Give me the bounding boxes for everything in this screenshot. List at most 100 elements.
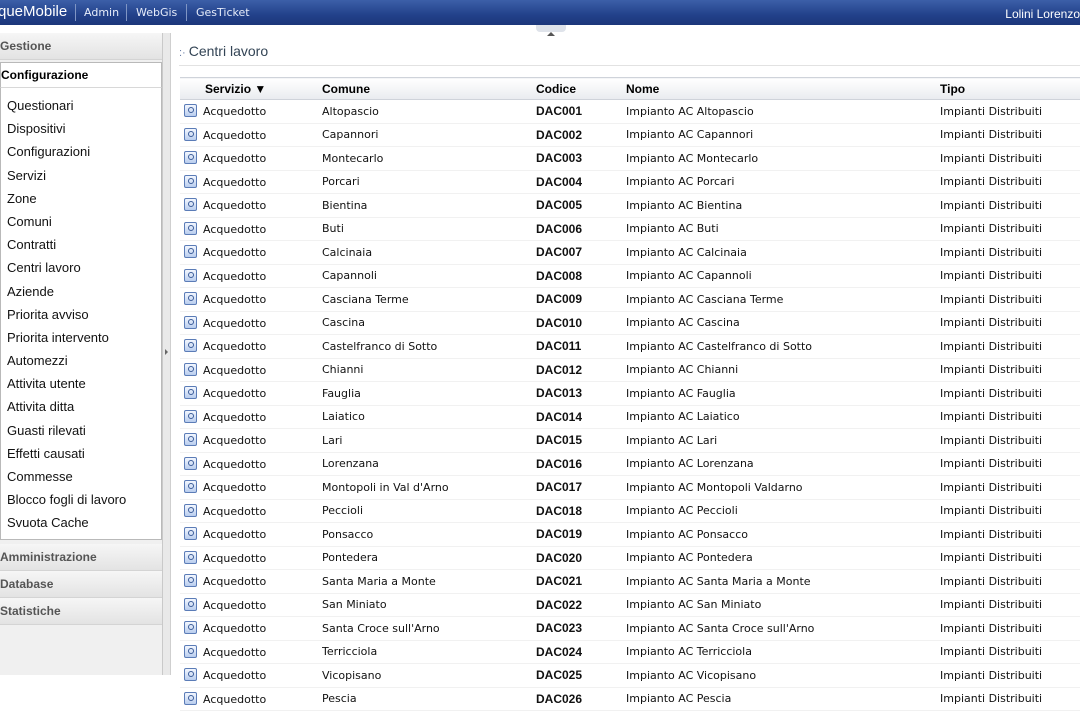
sidebar-section-database[interactable]: Database (0, 570, 162, 598)
sidebar-item-priorita-intervento[interactable]: Priorita intervento (1, 326, 161, 349)
view-detail-icon[interactable] (184, 503, 197, 517)
view-detail-icon[interactable] (184, 433, 197, 447)
column-header-codice[interactable]: Codice (536, 77, 626, 100)
sidebar-item-svuota-cache[interactable]: Svuota Cache (1, 511, 161, 534)
sidebar-item-automezzi[interactable]: Automezzi (1, 349, 161, 372)
table-row[interactable]: Acquedotto Porcari DAC004 Impianto AC Porca… (180, 170, 1080, 194)
sidebar-item-zone[interactable]: Zone (1, 187, 161, 210)
view-detail-icon[interactable] (184, 597, 197, 611)
view-detail-icon[interactable] (184, 151, 197, 165)
sidebar-item-contratti[interactable]: Contratti (1, 233, 161, 256)
cell-tipo-text: Impianti Distribuiti (940, 316, 1043, 330)
sidebar-item-configurazioni[interactable]: Configurazioni (1, 140, 161, 163)
sidebar-section-amministrazione[interactable]: Amministrazione (0, 543, 162, 571)
column-header-comune[interactable]: Comune (322, 77, 536, 100)
column-header-tipo[interactable]: Tipo (940, 77, 1080, 100)
table-row[interactable]: Acquedotto Laiatico DAC014 Impianto AC Laia… (180, 405, 1080, 429)
table-row[interactable]: Acquedotto Buti DAC006 Impianto AC Buti Impi… (180, 217, 1080, 241)
view-detail-icon[interactable] (184, 268, 197, 282)
sidebar-item-attivita-ditta[interactable]: Attivita ditta (1, 395, 161, 418)
table-row[interactable]: Acquedotto Fauglia DAC013 Impianto AC Faugl… (180, 381, 1080, 406)
table-row[interactable]: Acquedotto Montecarlo DAC003 Impianto AC Mo… (180, 146, 1080, 171)
cell-nome: Impianto AC Chianni (626, 358, 940, 382)
nav-link-gesticket[interactable]: GesTicket (196, 6, 250, 19)
cell-servizio: Acquedotto (180, 193, 322, 218)
table-row[interactable]: Acquedotto Cascina DAC010 Impianto AC Casci… (180, 311, 1080, 335)
cell-nome: Impianto AC Vicopisano (626, 663, 940, 688)
view-detail-icon[interactable] (184, 198, 197, 212)
collapse-header-button[interactable] (536, 25, 566, 36)
view-detail-icon[interactable] (184, 480, 197, 494)
table-row[interactable]: Acquedotto Santa Croce sull'Arno DAC023 Imp… (180, 616, 1080, 641)
cell-nome-text: Impianto AC Pescia (626, 692, 732, 706)
view-detail-icon[interactable] (184, 127, 197, 141)
table-row[interactable]: Acquedotto Terricciola DAC024 Impianto AC T… (180, 640, 1080, 664)
sidebar-item-comuni[interactable]: Comuni (1, 210, 161, 233)
sidebar-splitter[interactable] (163, 33, 171, 675)
sidebar-item-centri-lavoro[interactable]: Centri lavoro (1, 256, 161, 279)
nav-link-webgis[interactable]: WebGis (136, 6, 177, 19)
table-row[interactable]: Acquedotto Bientina DAC005 Impianto AC Bien… (180, 193, 1080, 218)
table-row[interactable]: Acquedotto Capannoli DAC008 Impianto AC Cap… (180, 264, 1080, 288)
table-row[interactable]: Acquedotto Casciana Terme DAC009 Impianto A… (180, 287, 1080, 312)
sidebar-item-attivita-utente[interactable]: Attivita utente (1, 372, 161, 395)
table-row[interactable]: Acquedotto Peccioli DAC018 Impianto AC Pecc… (180, 499, 1080, 523)
view-detail-icon[interactable] (184, 292, 197, 306)
table-row[interactable]: Acquedotto Pescia DAC026 Impianto AC Pescia… (180, 687, 1080, 711)
view-detail-icon[interactable] (184, 456, 197, 470)
table-row[interactable]: Acquedotto Ponsacco DAC019 Impianto AC Pons… (180, 522, 1080, 547)
table-row[interactable]: Acquedotto Lorenzana DAC016 Impianto AC Lor… (180, 452, 1080, 476)
sidebar-item-aziende[interactable]: Aziende (1, 280, 161, 303)
user-name[interactable]: Lolini Lorenzo (1005, 7, 1080, 21)
table-row[interactable]: Acquedotto Lari DAC015 Impianto AC Lari Impi… (180, 428, 1080, 453)
sidebar-item-priorita-avviso[interactable]: Priorita avviso (1, 303, 161, 326)
view-detail-icon[interactable] (184, 409, 197, 423)
view-detail-icon[interactable] (184, 527, 197, 541)
table-row[interactable]: Acquedotto Vicopisano DAC025 Impianto AC Vi… (180, 663, 1080, 688)
chevron-right-icon[interactable] (165, 349, 168, 355)
sidebar-item-effetti-causati[interactable]: Effetti causati (1, 442, 161, 465)
view-detail-icon[interactable] (184, 174, 197, 188)
sidebar-item-questionari[interactable]: Questionari (1, 94, 161, 117)
table-row[interactable]: Acquedotto Montopoli in Val d'Arno DAC017 I… (180, 475, 1080, 500)
nav-link-admin[interactable]: Admin (84, 6, 119, 19)
view-detail-icon[interactable] (184, 550, 197, 564)
view-detail-icon[interactable] (184, 315, 197, 329)
view-detail-icon[interactable] (184, 104, 197, 118)
view-detail-icon[interactable] (184, 574, 197, 588)
cell-codice-text: DAC025 (536, 668, 583, 683)
view-detail-icon[interactable] (184, 339, 197, 353)
sidebar-item-guasti-rilevati[interactable]: Guasti rilevati (1, 419, 161, 442)
sidebar-section-statistiche[interactable]: Statistiche (0, 597, 162, 625)
cell-codice: DAC008 (536, 264, 626, 288)
column-header-servizio[interactable]: Servizio ▼ (180, 77, 322, 100)
sidebar-item-blocco-fogli[interactable]: Blocco fogli di lavoro (1, 488, 161, 511)
table-row[interactable]: Acquedotto Chianni DAC012 Impianto AC Chian… (180, 358, 1080, 382)
cell-tipo-text: Impianti Distribuiti (940, 128, 1043, 142)
table-row[interactable]: Acquedotto Calcinaia DAC007 Impianto AC Cal… (180, 240, 1080, 265)
sidebar-item-commesse[interactable]: Commesse (1, 465, 161, 488)
view-detail-icon[interactable] (184, 644, 197, 658)
view-detail-icon[interactable] (184, 245, 197, 259)
table-row[interactable]: Acquedotto Castelfranco di Sotto DAC011 Imp… (180, 334, 1080, 359)
table-row[interactable]: Acquedotto Santa Maria a Monte DAC021 Impia… (180, 569, 1080, 594)
cell-comune: Santa Maria a Monte (322, 569, 536, 594)
view-detail-icon[interactable] (184, 221, 197, 235)
view-detail-icon[interactable] (184, 691, 197, 705)
view-detail-icon[interactable] (184, 362, 197, 376)
sidebar-item-servizi[interactable]: Servizi (1, 164, 161, 187)
sidebar-item-dispositivi[interactable]: Dispositivi (1, 117, 161, 140)
cell-servizio-text: Acquedotto (203, 669, 267, 683)
cell-nome: Impianto AC Santa Maria a Monte (626, 569, 940, 594)
app-brand[interactable]: queMobile (0, 3, 67, 20)
view-detail-icon[interactable] (184, 621, 197, 635)
table-row[interactable]: Acquedotto San Miniato DAC022 Impianto AC S… (180, 593, 1080, 617)
table-row[interactable]: Acquedotto Pontedera DAC020 Impianto AC Pon… (180, 546, 1080, 570)
view-detail-icon[interactable] (184, 386, 197, 400)
cell-nome-text: Impianto AC Vicopisano (626, 668, 757, 682)
table-row[interactable]: Acquedotto Capannori DAC002 Impianto AC Cap… (180, 123, 1080, 147)
column-header-nome[interactable]: Nome (626, 77, 940, 100)
sidebar-section-gestione[interactable]: Gestione (0, 33, 162, 60)
table-row[interactable]: Acquedotto Altopascio DAC001 Impianto AC Al… (180, 99, 1080, 124)
sidebar-section-configurazione[interactable]: Configurazione (0, 62, 162, 88)
